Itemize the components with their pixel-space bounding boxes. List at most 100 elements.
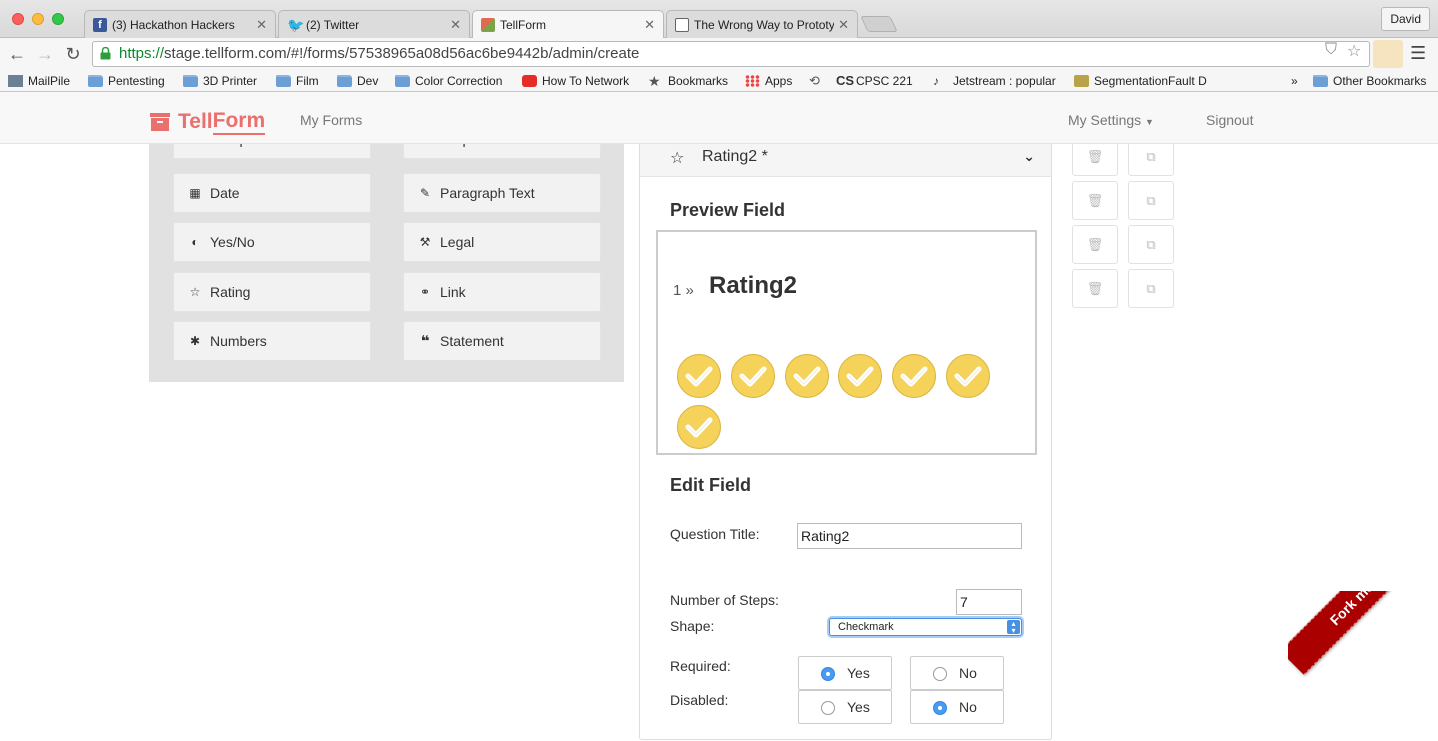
add-date-button[interactable]: ▦ Date xyxy=(173,173,371,213)
bug-icon xyxy=(1074,75,1089,87)
add-legal-button[interactable]: ⚒ Legal xyxy=(403,222,601,262)
bookmark-star-icon[interactable]: ☆ xyxy=(1347,41,1361,61)
question-title-input[interactable]: Rating2 xyxy=(797,523,1022,549)
add-link-button[interactable]: ⚭ Link xyxy=(403,272,601,312)
bookmark-pentesting[interactable]: Pentesting xyxy=(88,72,165,90)
add-paragraph-text-button[interactable]: ✎ Paragraph Text xyxy=(403,173,601,213)
fork-me-on-github-ribbon[interactable]: Fork me on GitHub xyxy=(1288,591,1438,676)
tellform-logo[interactable]: Tell Form xyxy=(150,109,266,135)
delete-field-button[interactable]: 🗑 xyxy=(1072,269,1118,308)
add-yes-no-button[interactable]: ◐ Yes/No xyxy=(173,222,371,262)
disabled-no-radio[interactable]: No xyxy=(910,690,1004,724)
star-half-icon: ☆ xyxy=(189,285,201,299)
forward-arrow-icon[interactable]: → xyxy=(34,43,56,65)
add-field-label: Statement xyxy=(440,333,504,349)
copy-icon: ⧉ xyxy=(1146,193,1156,208)
new-tab-button[interactable] xyxy=(860,16,898,32)
shape-select-value: Checkmark xyxy=(838,621,894,633)
copy-icon: ⧉ xyxy=(1146,237,1156,252)
back-arrow-icon[interactable]: ← xyxy=(6,43,28,65)
hamburger-menu-icon[interactable]: ☰ xyxy=(1410,43,1426,64)
disabled-yes-radio[interactable]: Yes xyxy=(798,690,892,724)
bookmark-label: Bookmarks xyxy=(668,74,729,88)
checkmark-rating-icon[interactable] xyxy=(676,353,722,399)
bookmarks-overflow-chevron[interactable]: » xyxy=(1291,72,1298,90)
browser-tab-prototype[interactable]: The Wrong Way to Prototyp ✕ xyxy=(666,10,858,38)
bookmark-how-to-network[interactable]: How To Network xyxy=(522,72,629,90)
chevron-down-icon[interactable]: ⌄ xyxy=(1023,148,1035,165)
bookmark-film[interactable]: Film xyxy=(276,72,319,90)
number-of-steps-input[interactable]: 7 xyxy=(956,589,1022,615)
radio-label: No xyxy=(959,665,977,681)
shape-select[interactable]: Checkmark ▴ ▾ xyxy=(829,618,1022,636)
trash-icon: 🗑 xyxy=(1086,193,1104,208)
nav-my-forms[interactable]: My Forms xyxy=(300,112,362,128)
duplicate-field-button[interactable]: ⧉ xyxy=(1128,225,1174,264)
calendar-icon: ▦ xyxy=(189,186,201,200)
nav-my-settings[interactable]: My Settings ▼ xyxy=(1068,112,1154,128)
reload-icon[interactable]: ↻ xyxy=(62,43,84,65)
folder-icon xyxy=(183,75,198,87)
checkmark-rating-icon[interactable] xyxy=(784,353,830,399)
add-statement-button[interactable]: ❝ Statement xyxy=(403,321,601,361)
add-field-label: Paragraph Text xyxy=(440,185,535,201)
bookmark-label: 3D Printer xyxy=(203,74,258,88)
checkmark-rating-icon[interactable] xyxy=(730,353,776,399)
close-icon[interactable]: ✕ xyxy=(644,17,655,33)
checkmark-rating-icon[interactable] xyxy=(837,353,883,399)
url-text: stage.tellform.com/#!/forms/57538965a08d… xyxy=(164,45,640,62)
delete-field-button[interactable]: 🗑 xyxy=(1072,181,1118,220)
add-field-label: Rating xyxy=(210,284,251,300)
shield-icon[interactable]: ⛉ xyxy=(1325,41,1337,59)
bookmark-color-correction[interactable]: Color Correction xyxy=(395,72,502,90)
browser-tab-hackathon[interactable]: f (3) Hackathon Hackers ✕ xyxy=(84,10,276,38)
bookmark-bookmarks[interactable]: ★ Bookmarks xyxy=(648,72,728,90)
required-no-radio[interactable]: No xyxy=(910,656,1004,690)
bookmark-apps[interactable]: Apps xyxy=(745,72,792,90)
bookmark-mailpile[interactable]: MailPile xyxy=(8,72,70,90)
bookmark-cpsc-221[interactable]: CS CPSC 221 xyxy=(836,72,913,90)
radio-checked-icon xyxy=(933,701,947,715)
browser-toolbar: ← → ↻ https://stage.tellform.com/#!/form… xyxy=(0,38,1438,70)
toggle-icon: ◐ xyxy=(191,235,199,249)
required-yes-radio[interactable]: Yes xyxy=(798,656,892,690)
radio-label: Yes xyxy=(847,665,870,681)
mail-icon xyxy=(8,75,23,87)
apps-grid-icon xyxy=(745,75,760,87)
browser-tab-tellform[interactable]: TellForm ✕ xyxy=(472,10,664,39)
browser-tab-twitter[interactable]: 🐦 (2) Twitter ✕ xyxy=(278,10,470,38)
delete-field-button[interactable]: 🗑 xyxy=(1072,225,1118,264)
field-accordion-header[interactable]: ☆ Rating2 * ⌄ xyxy=(640,144,1051,177)
profile-button[interactable]: David xyxy=(1381,7,1430,31)
bookmark-segfault[interactable]: SegmentationFault D xyxy=(1074,72,1207,90)
checkmark-rating-icon[interactable] xyxy=(676,404,722,450)
close-window-button[interactable] xyxy=(12,13,24,25)
app-navbar: Tell Form My Forms My Settings ▼ Signout xyxy=(0,92,1438,144)
preview-box: 1 » Rating2 xyxy=(656,230,1037,455)
preview-field-heading: Preview Field xyxy=(670,200,786,220)
close-icon[interactable]: ✕ xyxy=(838,17,849,33)
required-label: Required: xyxy=(670,658,731,674)
maximize-window-button[interactable] xyxy=(52,13,64,25)
bookmark-dev[interactable]: Dev xyxy=(337,72,378,90)
bookmark-other[interactable]: Other Bookmarks xyxy=(1313,72,1426,90)
bookmark-label: MailPile xyxy=(28,74,71,88)
minimize-window-button[interactable] xyxy=(32,13,44,25)
address-bar[interactable]: https://stage.tellform.com/#!/forms/5753… xyxy=(92,41,1370,67)
add-rating-button[interactable]: ☆ Rating xyxy=(173,272,371,312)
youtube-icon xyxy=(522,75,537,87)
add-numbers-button[interactable]: ✱ Numbers xyxy=(173,321,371,361)
nav-signout[interactable]: Signout xyxy=(1206,112,1253,128)
duplicate-field-button[interactable]: ⧉ xyxy=(1128,181,1174,220)
close-icon[interactable]: ✕ xyxy=(256,17,267,33)
close-icon[interactable]: ✕ xyxy=(450,17,461,33)
bookmark-jetstream[interactable]: ♪ Jetstream : popular xyxy=(933,72,1056,90)
extension-icon[interactable] xyxy=(1373,40,1403,68)
bookmark-3d-printer[interactable]: 3D Printer xyxy=(183,72,257,90)
checkmark-rating-icon[interactable] xyxy=(945,353,991,399)
checkmark-rating-icon[interactable] xyxy=(891,353,937,399)
bookmark-history[interactable]: ⟲ xyxy=(809,72,829,90)
trash-icon: 🗑 xyxy=(1086,237,1104,252)
bookmark-label: Jetstream : popular xyxy=(953,74,1056,88)
duplicate-field-button[interactable]: ⧉ xyxy=(1128,269,1174,308)
